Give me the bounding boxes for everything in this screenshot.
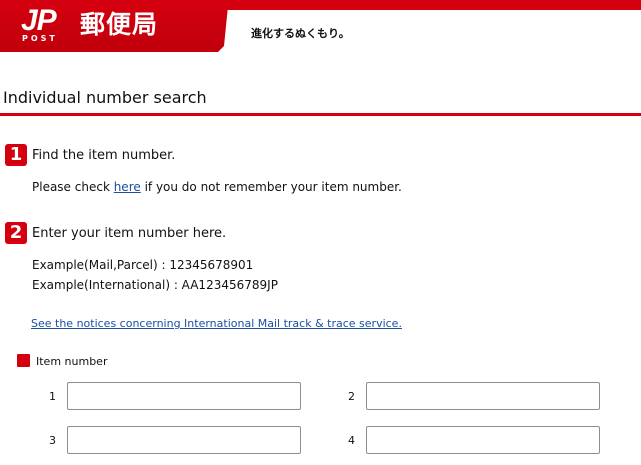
step-1-help-after: if you do not remember your item number. bbox=[140, 180, 402, 194]
notices-line: See the notices concerning International… bbox=[31, 317, 402, 331]
brand-title[interactable]: 郵便局 bbox=[80, 10, 158, 40]
example-international: Example(International) : AA123456789JP bbox=[32, 278, 278, 292]
step-2-title: Enter your item number here. bbox=[32, 226, 227, 241]
field-3-number: 3 bbox=[49, 434, 56, 447]
step-1-title: Find the item number. bbox=[32, 148, 176, 163]
brand-strip bbox=[0, 0, 641, 10]
field-1-number: 1 bbox=[49, 390, 56, 403]
item-number-field-1[interactable] bbox=[67, 382, 301, 410]
field-4-number: 4 bbox=[348, 434, 355, 447]
jp-post-logo[interactable]: JP bbox=[21, 6, 57, 36]
item-number-field-4[interactable] bbox=[366, 426, 600, 454]
field-2-number: 2 bbox=[348, 390, 355, 403]
site-header: JP POST 郵便局 進化するぬくもり。 bbox=[0, 0, 641, 52]
example-mail-parcel: Example(Mail,Parcel) : 12345678901 bbox=[32, 258, 254, 272]
brand-tagline: 進化するぬくもり。 bbox=[251, 27, 350, 40]
item-number-field-2[interactable] bbox=[366, 382, 600, 410]
international-notices-link[interactable]: See the notices concerning International… bbox=[31, 317, 402, 330]
red-square-icon bbox=[17, 354, 30, 367]
post-logo-text: POST bbox=[22, 34, 58, 43]
step-1-help-before: Please check bbox=[32, 180, 114, 194]
item-number-label: Item number bbox=[36, 355, 108, 368]
page-title: Individual number search bbox=[3, 88, 207, 107]
step-1-help: Please check here if you do not remember… bbox=[32, 180, 402, 195]
find-item-number-link[interactable]: here bbox=[114, 180, 141, 194]
step-1-badge: 1 bbox=[5, 144, 27, 166]
title-divider bbox=[0, 113, 641, 116]
step-2-badge: 2 bbox=[5, 222, 27, 244]
item-number-field-3[interactable] bbox=[67, 426, 301, 454]
